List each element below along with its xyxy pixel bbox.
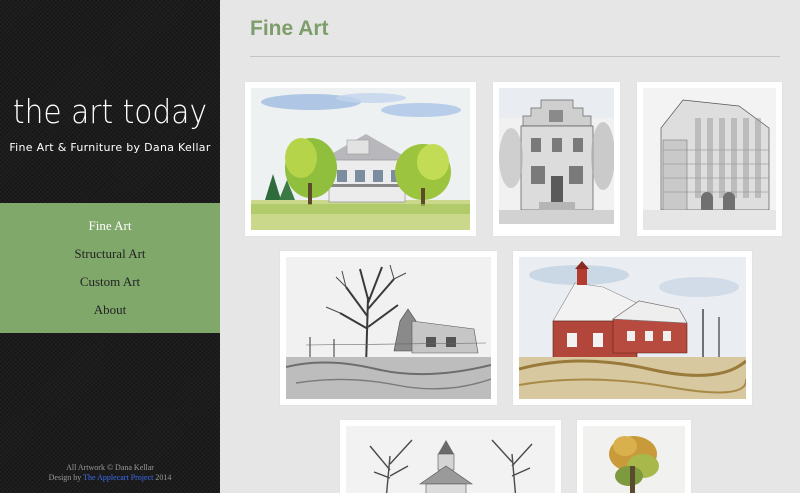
gallery-thumb-farmhouse[interactable] <box>245 82 476 236</box>
design-credit-year: 2014 <box>155 473 172 482</box>
applecart-project-link[interactable]: The Applecart Project <box>83 473 153 482</box>
sidebar-footer: All Artwork © Dana Kellar Design by The … <box>0 463 220 483</box>
gallery-thumb-autumn-tree[interactable] <box>577 420 691 493</box>
stepped-gable-drawing <box>499 88 614 224</box>
nav-item-fine-art[interactable]: Fine Art <box>0 217 220 245</box>
red-barn-painting <box>519 257 746 399</box>
title-divider <box>250 56 780 57</box>
farmhouse-painting <box>251 88 470 230</box>
gallery-thumb-city-building[interactable] <box>637 82 782 236</box>
site-title[interactable]: the art today <box>11 92 209 131</box>
bare-tree-drawing <box>286 257 491 399</box>
gallery-thumb-red-barn[interactable] <box>513 251 752 405</box>
sidebar: the art today Fine Art & Furniture by Da… <box>0 0 220 493</box>
copyright-text: All Artwork © Dana Kellar <box>66 463 154 472</box>
gallery-thumb-church-steeple[interactable] <box>340 420 561 493</box>
design-credit-prefix: Design by <box>48 473 82 482</box>
church-steeple-drawing <box>346 426 555 493</box>
nav-item-structural-art[interactable]: Structural Art <box>0 245 220 273</box>
main-nav: Fine Art Structural Art Custom Art About <box>0 203 220 333</box>
gallery-thumb-bare-tree[interactable] <box>280 251 497 405</box>
design-credit: Design by The Applecart Project 2014 <box>0 473 220 483</box>
page-title: Fine Art <box>250 17 329 40</box>
gallery-thumb-stepped-gable[interactable] <box>493 82 620 236</box>
autumn-tree-painting <box>583 426 685 493</box>
city-building-drawing <box>643 88 776 230</box>
site-tagline: Fine Art & Furniture by Dana Kellar <box>9 141 211 154</box>
nav-item-custom-art[interactable]: Custom Art <box>0 273 220 301</box>
nav-item-about[interactable]: About <box>0 301 220 329</box>
